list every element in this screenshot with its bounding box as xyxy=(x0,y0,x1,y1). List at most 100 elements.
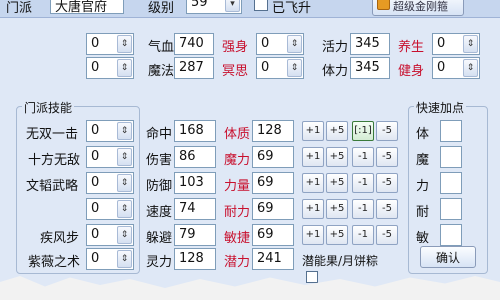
skill-select[interactable]: 0 ⇕ xyxy=(86,172,134,194)
skill-name: 紫薇之术 xyxy=(28,255,81,270)
stat-label: 灵力 xyxy=(146,255,173,270)
meditate-select[interactable]: 0 ⇕ xyxy=(256,57,304,79)
plus-five-button[interactable]: +5 xyxy=(326,147,348,167)
skill-value: 0 xyxy=(91,175,100,190)
torn-edge xyxy=(0,276,500,300)
super-hoop-button[interactable]: 超级金刚箍 xyxy=(372,0,464,16)
skill-select[interactable]: 0 ⇕ xyxy=(86,248,134,270)
strong-select[interactable]: 0 ⇕ xyxy=(256,33,304,55)
plus-one-button[interactable]: +1 xyxy=(302,147,324,167)
stat-value: 79 xyxy=(174,224,216,246)
mp-label: 魔法 xyxy=(148,64,175,79)
sect-field[interactable]: 大唐官府 xyxy=(50,0,124,15)
quick-title: 快速加点 xyxy=(414,99,467,116)
plus-one-button[interactable]: +1 xyxy=(302,173,324,193)
plus-one-button[interactable]: +1 xyxy=(302,121,324,141)
plus-one-button[interactable]: +1 xyxy=(302,199,324,219)
potential-checkbox[interactable] xyxy=(306,271,318,283)
chest-icon xyxy=(377,0,390,10)
quick-item-input[interactable] xyxy=(440,224,462,246)
strong-value: 0 xyxy=(261,36,270,51)
super-hoop-label: 超级金刚箍 xyxy=(393,0,448,13)
spin-icon[interactable]: ⇕ xyxy=(117,226,132,244)
plus-one-button[interactable]: +1 xyxy=(302,225,324,245)
confirm-button[interactable]: 确认 xyxy=(420,246,476,268)
stat-label: 躲避 xyxy=(146,231,173,246)
skill-select[interactable]: 0 ⇕ xyxy=(86,120,134,142)
minus-five-button[interactable]: -5 xyxy=(376,199,398,219)
minus-one-button[interactable]: -1 xyxy=(352,173,374,193)
spin-icon[interactable]: ⇕ xyxy=(117,250,132,268)
attr-value: 69 xyxy=(252,224,294,246)
spin-icon[interactable]: ⇕ xyxy=(463,59,478,77)
stat-label: 防御 xyxy=(146,179,173,194)
row1-left-select[interactable]: 0 ⇕ xyxy=(86,33,134,55)
sect-label: 门派 xyxy=(6,1,33,16)
plus-five-button[interactable]: +5 xyxy=(326,225,348,245)
skill-name: 文韬武略 xyxy=(26,179,79,194)
plus-five-button[interactable]: +5 xyxy=(326,121,348,141)
skill-name: 十方无敌 xyxy=(28,153,81,168)
stat-value: 168 xyxy=(174,120,216,142)
spin-icon[interactable]: ⇕ xyxy=(463,35,478,53)
plus-five-button[interactable]: +5 xyxy=(326,199,348,219)
skill-value: 0 xyxy=(91,201,100,216)
spin-icon[interactable]: ⇕ xyxy=(117,200,132,218)
stat-label: 命中 xyxy=(146,127,173,142)
flying-label: 已飞升 xyxy=(272,1,312,16)
reset-button[interactable]: [:1] xyxy=(352,121,374,141)
minus-five-button[interactable]: -5 xyxy=(376,173,398,193)
level-select[interactable]: 59 ▾ xyxy=(186,0,242,14)
minus-five-button[interactable]: -5 xyxy=(376,147,398,167)
minus-one-button[interactable]: -1 xyxy=(352,199,374,219)
minus-five-button[interactable]: -5 xyxy=(376,225,398,245)
spin-icon[interactable]: ⇕ xyxy=(117,148,132,166)
skill-value: 0 xyxy=(91,251,100,266)
quick-item-label: 魔 xyxy=(416,153,430,168)
skill-select[interactable]: 0 ⇕ xyxy=(86,146,134,168)
skill-select[interactable]: 0 ⇕ xyxy=(86,198,134,220)
attr-label: 体质 xyxy=(224,127,251,142)
skill-value: 0 xyxy=(91,149,100,164)
quick-item-input[interactable] xyxy=(440,120,462,142)
spin-icon[interactable]: ⇕ xyxy=(117,35,132,53)
attr-value: 69 xyxy=(252,198,294,220)
chevron-down-icon[interactable]: ▾ xyxy=(225,0,240,12)
level-value: 59 xyxy=(191,0,208,10)
skill-select[interactable]: 0 ⇕ xyxy=(86,224,134,246)
hp-label: 气血 xyxy=(148,40,175,55)
quick-item-input[interactable] xyxy=(440,198,462,220)
quick-item-input[interactable] xyxy=(440,172,462,194)
spin-icon[interactable]: ⇕ xyxy=(287,59,302,77)
quick-item-label: 力 xyxy=(416,179,430,194)
minus-one-button[interactable]: -1 xyxy=(352,147,374,167)
nourish-label: 养生 xyxy=(398,40,425,55)
skill-name: 无双一击 xyxy=(26,127,79,142)
stat-value: 103 xyxy=(174,172,216,194)
vigor-value: 345 xyxy=(350,33,390,55)
attr-value: 128 xyxy=(252,120,294,142)
minus-one-button[interactable]: -1 xyxy=(352,225,374,245)
fitness-value: 0 xyxy=(437,60,446,75)
attr-label: 魔力 xyxy=(224,153,251,168)
attr-label: 耐力 xyxy=(224,205,251,220)
quick-item-input[interactable] xyxy=(440,146,462,168)
flying-checkbox[interactable] xyxy=(254,0,268,11)
stamina-label: 体力 xyxy=(322,64,349,79)
quick-item-label: 体 xyxy=(416,127,430,142)
plus-five-button[interactable]: +5 xyxy=(326,173,348,193)
minus-five-button[interactable]: -5 xyxy=(376,121,398,141)
row2-left-value: 0 xyxy=(91,60,100,75)
spin-icon[interactable]: ⇕ xyxy=(117,122,132,140)
stat-value: 86 xyxy=(174,146,216,168)
nourish-select[interactable]: 0 ⇕ xyxy=(432,33,480,55)
quick-item-label: 敏 xyxy=(416,231,430,246)
spin-icon[interactable]: ⇕ xyxy=(287,35,302,53)
spin-icon[interactable]: ⇕ xyxy=(117,174,132,192)
meditate-label: 冥思 xyxy=(222,64,249,79)
row2-left-select[interactable]: 0 ⇕ xyxy=(86,57,134,79)
fitness-select[interactable]: 0 ⇕ xyxy=(432,57,480,79)
spin-icon[interactable]: ⇕ xyxy=(117,59,132,77)
stat-label: 速度 xyxy=(146,205,173,220)
stat-label: 伤害 xyxy=(146,153,173,168)
